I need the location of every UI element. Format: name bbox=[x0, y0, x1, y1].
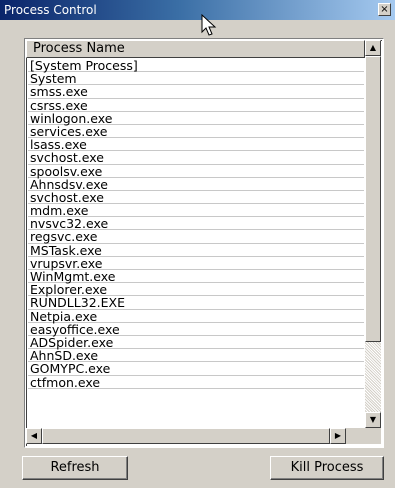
scroll-right-button[interactable]: ▶ bbox=[330, 428, 346, 444]
process-row[interactable]: ctfmon.exe bbox=[28, 375, 364, 389]
scroll-up-button[interactable]: ▲ bbox=[365, 40, 381, 56]
horizontal-scroll-thumb[interactable] bbox=[42, 428, 330, 444]
scroll-down-button[interactable]: ▼ bbox=[365, 412, 381, 428]
process-row[interactable]: regsvc.exe bbox=[28, 230, 364, 244]
process-row[interactable]: RUNDLL32.EXE bbox=[28, 296, 364, 310]
process-row[interactable]: winlogon.exe bbox=[28, 112, 364, 125]
scroll-left-button[interactable]: ◀ bbox=[26, 428, 42, 444]
process-rows: [System Process] System smss.exe csrss.exe w… bbox=[28, 59, 364, 427]
process-row[interactable]: GOMYPC.exe bbox=[28, 362, 364, 376]
vertical-scrollbar[interactable]: ▲ ▼ bbox=[365, 40, 381, 428]
process-row[interactable]: [System Process] bbox=[28, 59, 364, 73]
refresh-button[interactable]: Refresh bbox=[22, 456, 128, 480]
kill-process-button[interactable]: Kill Process bbox=[270, 456, 384, 480]
title-bar[interactable]: Process Control × bbox=[0, 0, 395, 20]
process-row[interactable]: smss.exe bbox=[28, 85, 364, 99]
column-header-process-name[interactable]: Process Name bbox=[26, 40, 365, 58]
close-button[interactable]: × bbox=[378, 3, 391, 16]
process-row[interactable]: MSTask.exe bbox=[28, 244, 364, 257]
process-list[interactable]: Process Name [System Process] System smss.… bbox=[24, 38, 384, 448]
process-row[interactable]: easyoffice.exe bbox=[28, 323, 364, 336]
horizontal-scrollbar[interactable]: ◀ ▶ bbox=[26, 428, 365, 444]
process-row[interactable]: Netpia.exe bbox=[28, 309, 364, 323]
process-control-window: Process Control × Process Name [System P… bbox=[0, 0, 395, 488]
window-title: Process Control bbox=[4, 3, 97, 17]
mouse-cursor-icon bbox=[201, 14, 217, 36]
process-row[interactable]: svchost.exe bbox=[28, 151, 364, 165]
process-row[interactable]: Ahnsdsv.exe bbox=[28, 178, 364, 191]
process-row[interactable]: spoolsv.exe bbox=[28, 164, 364, 178]
scrollbar-corner bbox=[365, 428, 381, 444]
vertical-scroll-thumb[interactable] bbox=[365, 56, 381, 342]
process-row[interactable]: csrss.exe bbox=[28, 98, 364, 112]
